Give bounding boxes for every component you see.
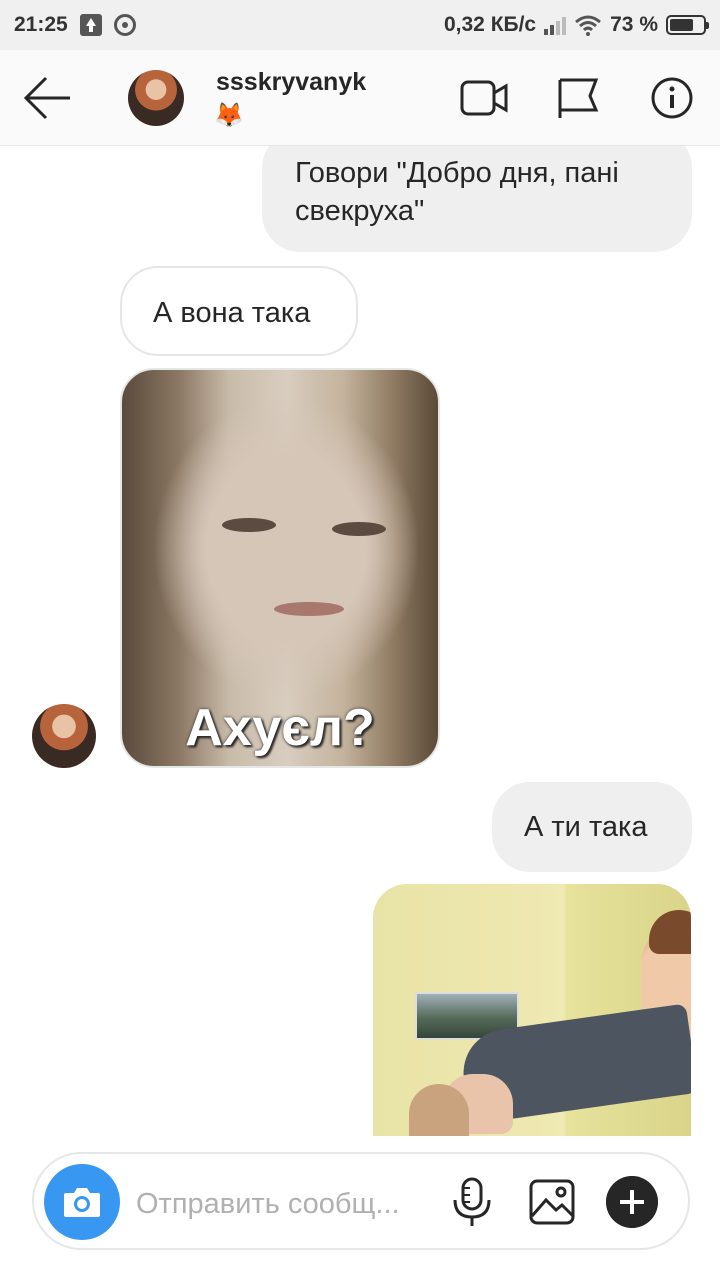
photo-detail (332, 522, 386, 536)
battery-percent: 73 % (610, 13, 658, 36)
camera-icon (64, 1188, 100, 1217)
chat-header: ssskryvanyk 🦊 (0, 50, 720, 146)
message-outgoing[interactable]: Говори "Добро дня, пані свекруха" (262, 146, 692, 252)
upload-icon (79, 14, 102, 36)
arrow-left-icon (23, 76, 70, 120)
status-time: 21:25 (14, 13, 68, 36)
photo-detail (409, 1084, 469, 1136)
more-options-button[interactable] (606, 1176, 658, 1228)
microphone-icon (453, 1177, 491, 1226)
photo-detail (222, 518, 276, 532)
battery-fill (670, 19, 694, 31)
network-speed: 0,32 КБ/с (443, 13, 537, 36)
signal-icon (544, 15, 567, 35)
message-outgoing[interactable]: А ти така (492, 782, 692, 872)
video-call-button[interactable] (460, 76, 508, 120)
back-button[interactable] (22, 74, 74, 122)
message-image-outgoing[interactable] (373, 884, 691, 1136)
message-composer (32, 1152, 690, 1250)
plus-icon (606, 1176, 658, 1228)
message-incoming[interactable]: А вона така (120, 266, 358, 356)
message-text: А ти така (524, 811, 648, 843)
gallery-icon (529, 1179, 575, 1225)
info-button[interactable] (650, 76, 698, 120)
battery-icon (666, 15, 709, 35)
voice-message-button[interactable] (450, 1176, 494, 1228)
wifi-icon (575, 15, 602, 36)
camera-button[interactable] (44, 1164, 120, 1240)
report-button[interactable] (554, 76, 602, 120)
sender-avatar[interactable] (32, 704, 96, 768)
status-emoji: 🦊 (214, 102, 244, 129)
info-icon (651, 77, 693, 119)
sync-icon (113, 14, 136, 36)
gallery-button[interactable] (528, 1178, 576, 1226)
message-image-incoming[interactable]: Ахуєл? (120, 368, 440, 768)
video-camera-icon (460, 80, 508, 116)
photo-detail (274, 602, 344, 616)
message-text: А вона така (153, 297, 311, 329)
message-list[interactable]: Говори "Добро дня, пані свекруха" А вона… (0, 146, 720, 1136)
avatar[interactable] (128, 70, 184, 126)
message-text: Говори "Добро дня, пані свекруха" (295, 157, 619, 227)
photo-detail (649, 910, 691, 954)
username[interactable]: ssskryvanyk (216, 68, 366, 97)
message-input[interactable] (136, 1184, 426, 1224)
status-bar: 21:25 0,32 КБ/с 73 % (0, 0, 720, 50)
flag-icon (558, 78, 599, 118)
image-caption: Ахуєл? (185, 699, 375, 757)
composer-area (0, 1136, 720, 1280)
